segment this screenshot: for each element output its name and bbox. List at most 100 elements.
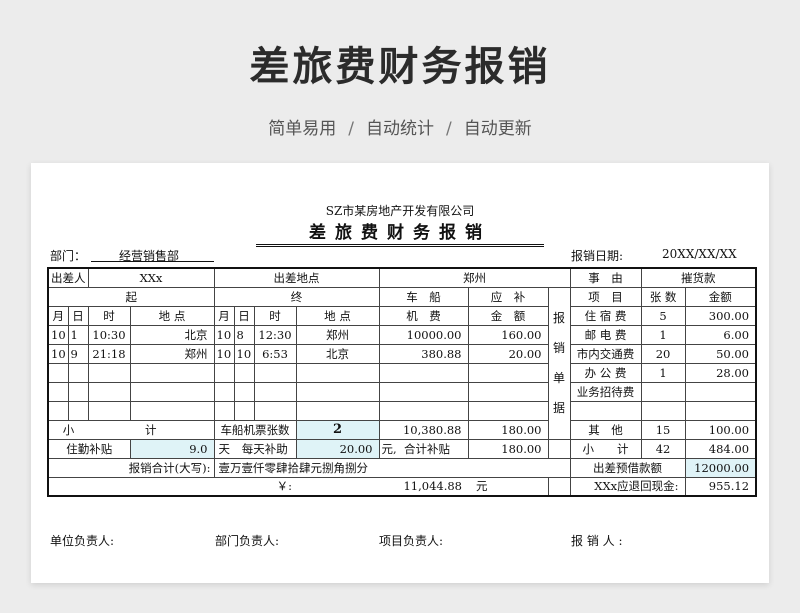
reason-value[interactable]: 摧货款	[640, 267, 757, 288]
expense-amount[interactable]: 28.00	[684, 362, 757, 383]
lodging-days[interactable]: 9.0	[129, 438, 215, 459]
trip-place[interactable]	[295, 400, 380, 421]
subsidy-subtotal: 180.00	[467, 419, 549, 440]
expense-subtotal-count: 42	[640, 438, 686, 459]
trip-fare[interactable]	[378, 381, 469, 402]
tickets-count[interactable]: 2	[295, 419, 380, 440]
expense-amount[interactable]: 300.00	[684, 305, 757, 326]
dept-label: 部门：	[50, 249, 87, 263]
total-caps-value: 壹万壹仟零肆拾肆元捌角捌分	[213, 457, 571, 478]
advance-value[interactable]: 12000.00	[684, 457, 757, 478]
trip-place[interactable]	[295, 381, 380, 402]
expense-amount[interactable]	[684, 400, 757, 421]
trip-time[interactable]	[87, 362, 131, 383]
trip-place[interactable]: 郑州	[129, 343, 215, 364]
total-subsidy-value: 180.00	[467, 438, 549, 459]
trip-fare[interactable]	[378, 362, 469, 383]
expense-count[interactable]: 5	[640, 305, 686, 326]
trip-day[interactable]	[67, 381, 89, 402]
expense-count[interactable]: 1	[640, 362, 686, 383]
subtotal-label: 小	[47, 419, 88, 440]
trip-time[interactable]	[253, 362, 297, 383]
trip-month[interactable]: 10	[213, 343, 235, 364]
trip-day[interactable]	[233, 400, 255, 421]
fare-subtotal: 10,380.88	[378, 419, 469, 440]
trip-month[interactable]: 10	[47, 343, 69, 364]
lodging-row: 住勤补贴 9.0 天 每天补助 20.00 元, 合计补贴 180.00 小 计…	[47, 438, 757, 459]
total-amount: 11,044.88	[296, 476, 468, 497]
total-caps-row: 报销合计(大写): 壹万壹仟零肆拾肆元捌角捌分 出差预借款额 12000.00	[47, 457, 757, 478]
trip-month[interactable]	[47, 400, 69, 421]
expense-amount[interactable]: 50.00	[684, 343, 757, 364]
fare-label-2: 机 费	[378, 305, 469, 326]
trip-place[interactable]	[129, 400, 215, 421]
trip-time[interactable]	[253, 381, 297, 402]
trip-month[interactable]	[47, 362, 69, 383]
expense-count[interactable]: 20	[640, 343, 686, 364]
trip-day[interactable]	[67, 362, 89, 383]
other-count[interactable]: 15	[640, 419, 686, 440]
expense-amount[interactable]: 6.00	[684, 324, 757, 345]
trip-month[interactable]	[47, 381, 69, 402]
trip-day[interactable]: 8	[233, 324, 255, 345]
trip-subsidy[interactable]	[467, 381, 549, 402]
trip-subsidy[interactable]: 160.00	[467, 324, 549, 345]
trip-time[interactable]: 12:30	[253, 324, 297, 345]
trip-fare[interactable]: 380.88	[378, 343, 469, 364]
page-title: 差旅费财务报销	[249, 44, 551, 90]
dept-underline	[91, 261, 214, 262]
fare-label-1: 车 船	[378, 286, 469, 307]
trip-row	[47, 400, 757, 421]
trip-place[interactable]	[129, 362, 215, 383]
trip-place[interactable]: 郑州	[295, 324, 380, 345]
trip-time[interactable]: 21:18	[87, 343, 131, 364]
trip-month[interactable]	[213, 381, 235, 402]
trip-month[interactable]: 10	[47, 324, 69, 345]
expense-count[interactable]	[640, 400, 686, 421]
yen-label: ￥:	[47, 476, 296, 497]
refund-value: 955.12	[684, 476, 757, 497]
expense-name: 市内交通费	[569, 343, 642, 364]
trip-day[interactable]	[233, 381, 255, 402]
days-unit: 天	[213, 438, 234, 459]
trip-month[interactable]	[213, 400, 235, 421]
trip-fare[interactable]: 10000.00	[378, 324, 469, 345]
trip-time[interactable]	[87, 381, 131, 402]
trip-place[interactable]: 北京	[295, 343, 380, 364]
trip-subsidy[interactable]	[467, 362, 549, 383]
trip-time[interactable]: 6:53	[253, 343, 297, 364]
dept-head-label: 部门负责人:	[215, 534, 280, 548]
trip-place[interactable]	[295, 362, 380, 383]
feature-easy: 简单易用	[268, 119, 337, 139]
col-month: 月	[213, 305, 235, 326]
place-value[interactable]: 郑州	[378, 267, 571, 288]
expense-count[interactable]	[640, 381, 686, 402]
trip-time[interactable]: 10:30	[87, 324, 131, 345]
trip-day[interactable]: 1	[67, 324, 89, 345]
expense-amount[interactable]	[684, 381, 757, 402]
trip-time[interactable]	[253, 400, 297, 421]
traveler-value[interactable]: XXx	[87, 267, 215, 288]
reporter-label: 报 销 人 :	[571, 534, 623, 548]
trip-subsidy[interactable]: 20.00	[467, 343, 549, 364]
expense-count[interactable]: 1	[640, 324, 686, 345]
trip-month[interactable]	[213, 362, 235, 383]
receipts-char: 据	[553, 401, 566, 415]
trip-subsidy[interactable]	[467, 400, 549, 421]
date-value[interactable]: 20XX/XX/XX	[662, 247, 737, 261]
trip-place[interactable]	[129, 381, 215, 402]
trip-time[interactable]	[87, 400, 131, 421]
trip-day[interactable]: 9	[67, 343, 89, 364]
trip-day[interactable]	[67, 400, 89, 421]
trip-row: 办 公 费 1 28.00	[47, 362, 757, 383]
trip-month[interactable]: 10	[213, 324, 235, 345]
daily-value[interactable]: 20.00	[295, 438, 380, 459]
trip-day[interactable]	[233, 362, 255, 383]
trip-fare[interactable]	[378, 400, 469, 421]
total-caps-label: 报销合计(大写):	[47, 457, 215, 478]
trip-place[interactable]: 北京	[129, 324, 215, 345]
col-day: 日	[233, 305, 255, 326]
col-day: 日	[67, 305, 89, 326]
trip-day[interactable]: 10	[233, 343, 255, 364]
other-amount[interactable]: 100.00	[684, 419, 757, 440]
